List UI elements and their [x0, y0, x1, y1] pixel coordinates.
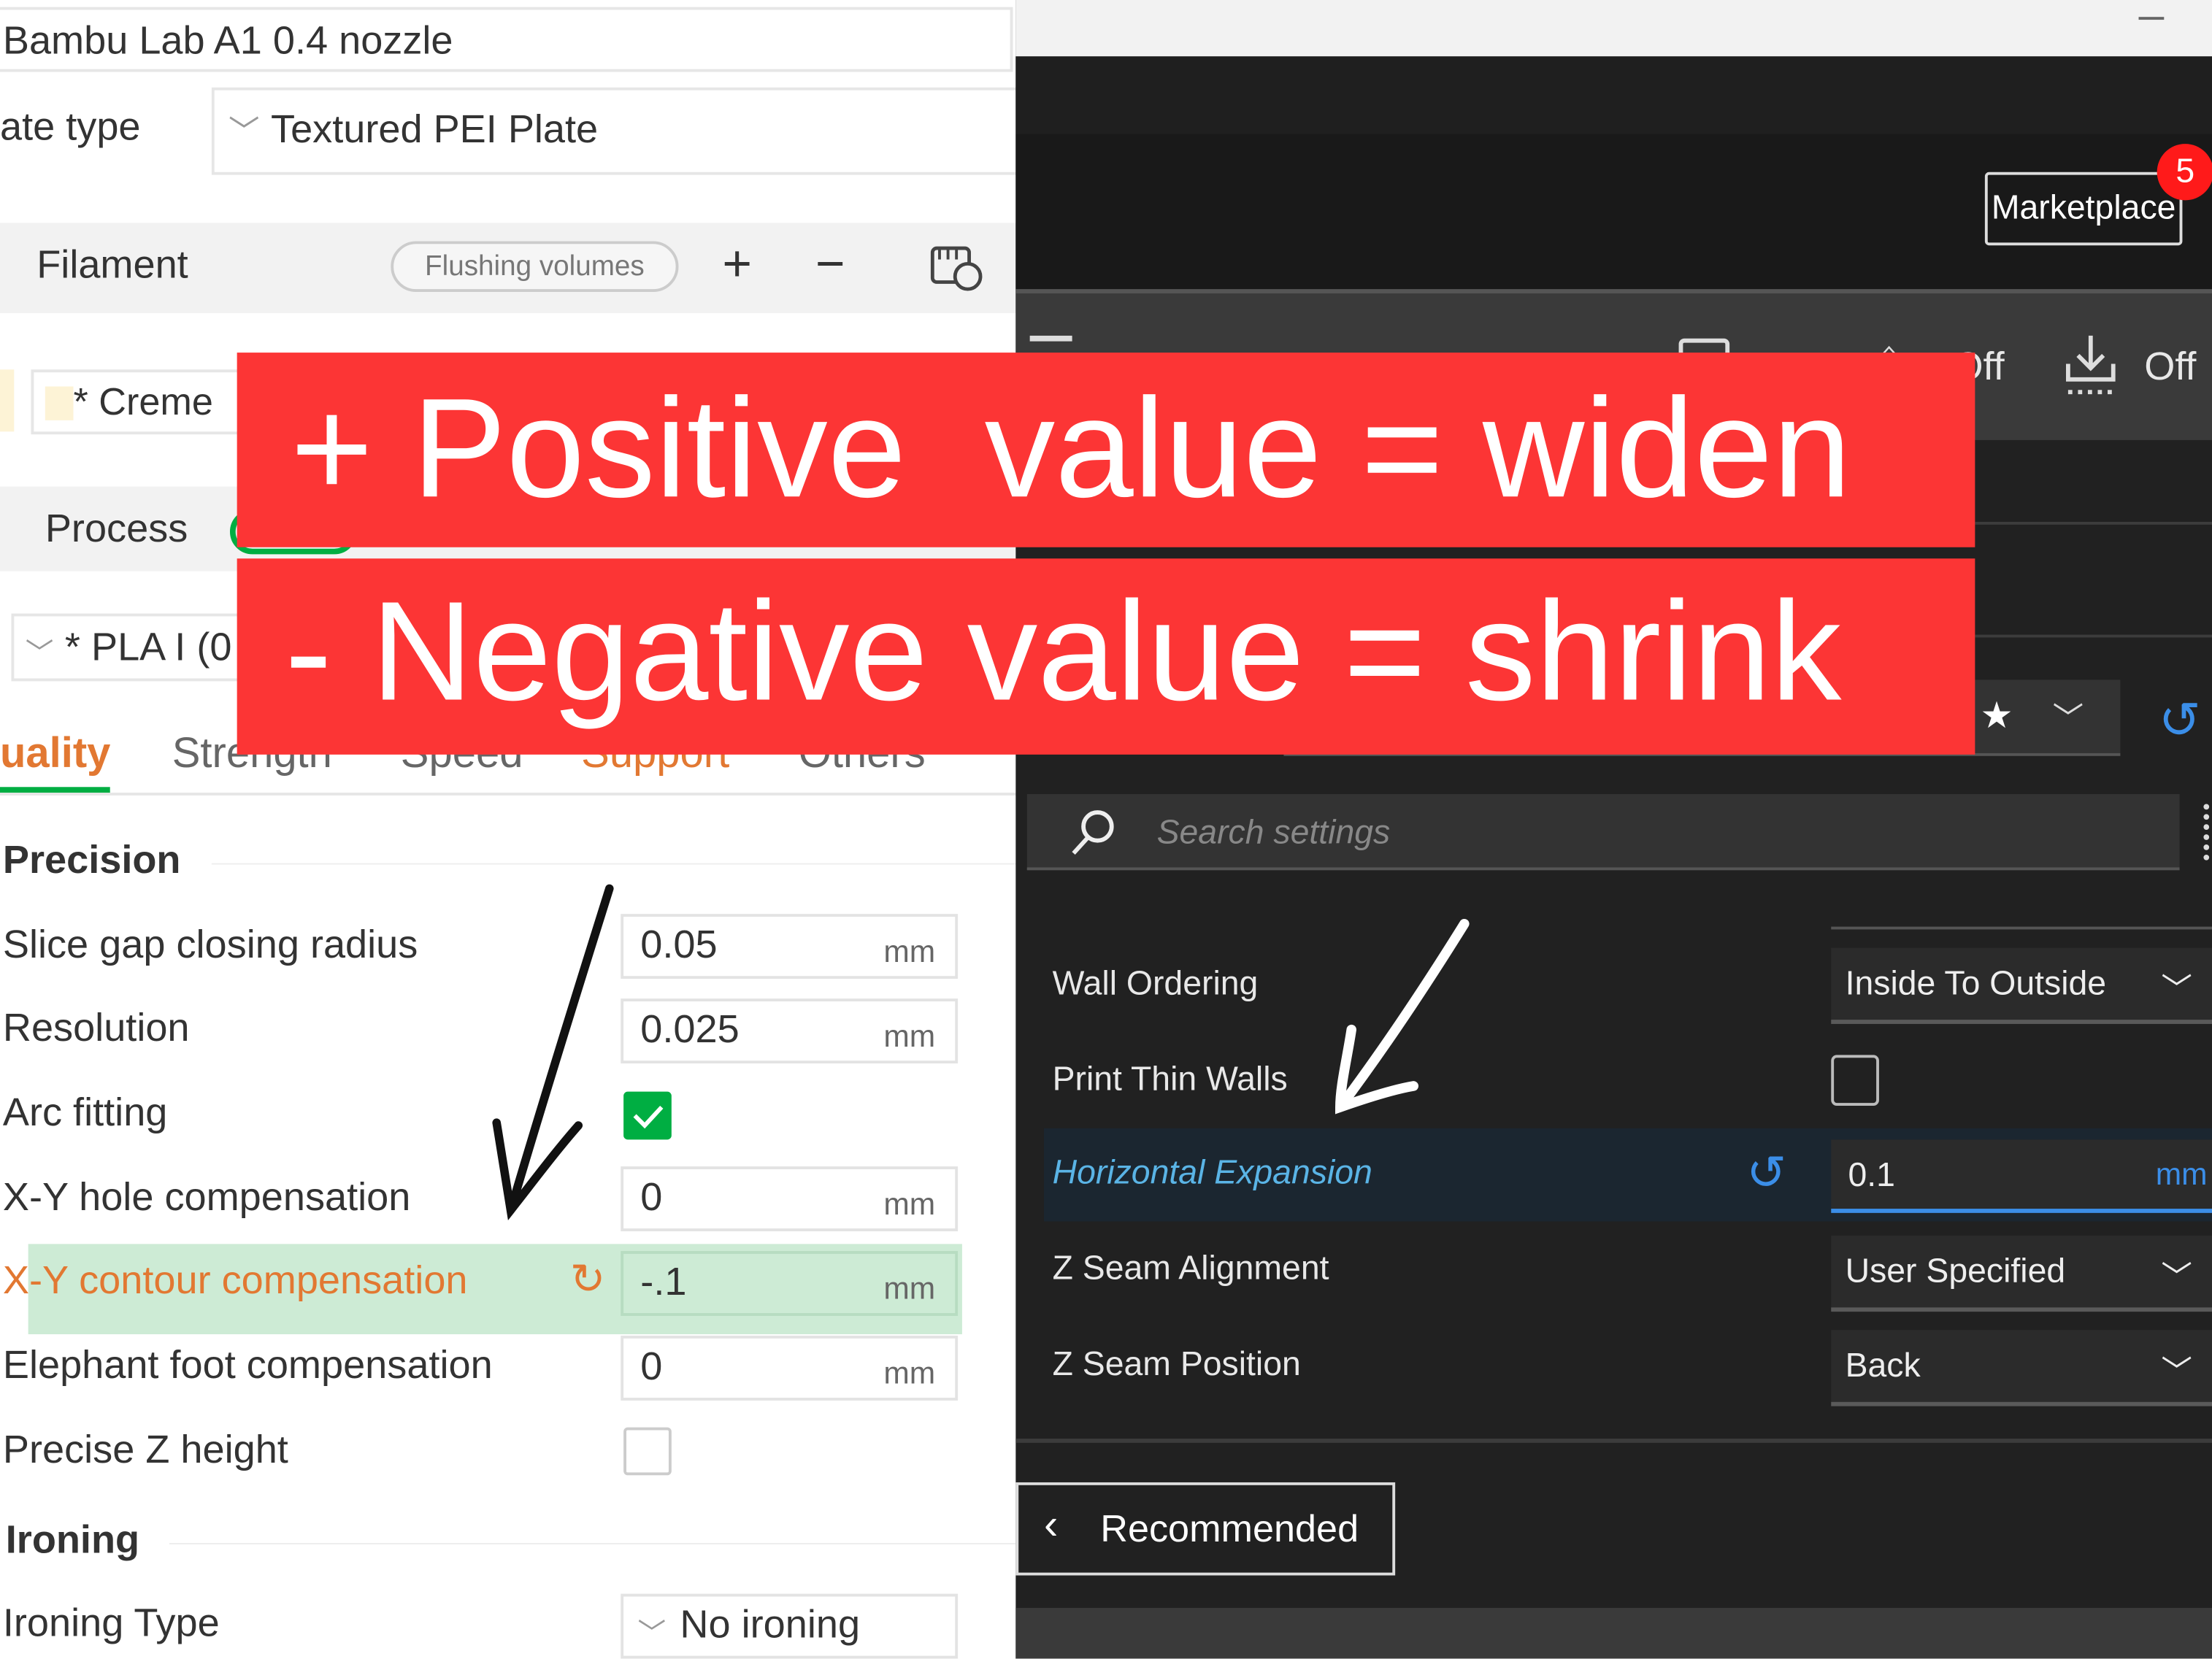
- negative-value-banner: - Negative value = shrink: [237, 558, 1975, 755]
- banner-line-1: + Positive value = widen: [291, 369, 1851, 528]
- white-arrow: [1335, 918, 1470, 1115]
- black-arrow: [492, 884, 614, 1221]
- banner-line-2: - Negative value = shrink: [285, 572, 1842, 731]
- positive-value-banner: + Positive value = widen: [237, 353, 1975, 547]
